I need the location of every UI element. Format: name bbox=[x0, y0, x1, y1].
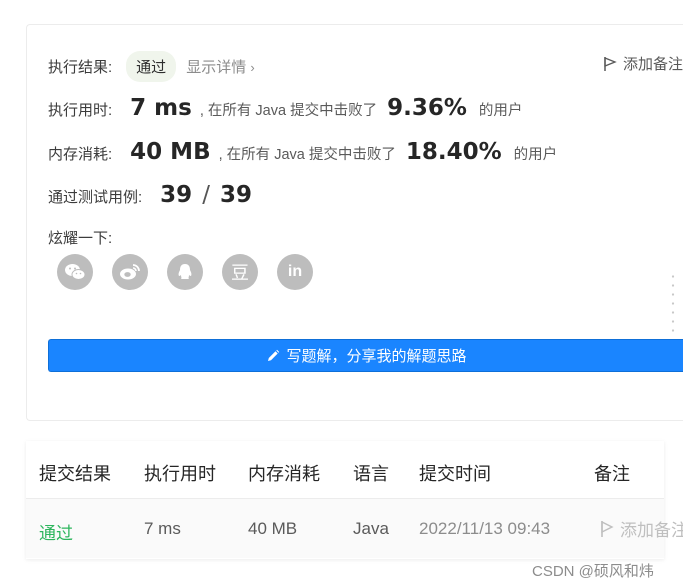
memory-tail: 的用户 bbox=[513, 147, 558, 163]
runtime-value: 7 ms bbox=[130, 95, 192, 121]
show-details-label: 显示详情 bbox=[186, 59, 247, 76]
row-result-link[interactable]: 通过 bbox=[39, 519, 73, 544]
chevron-right-icon: › bbox=[250, 60, 255, 75]
tests-row: 通过测试用例: 39 / 39 bbox=[48, 182, 252, 208]
pencil-icon bbox=[268, 349, 280, 361]
result-label: 执行结果: bbox=[48, 59, 113, 76]
add-note-label: 添加备注 bbox=[622, 56, 683, 73]
watermark: CSDN @硕风和炜 bbox=[532, 563, 654, 580]
show-details-link[interactable]: 显示详情 › bbox=[186, 56, 255, 77]
add-note-button[interactable]: 添加备注 bbox=[603, 53, 683, 74]
row-add-note-label: 添加备注 bbox=[620, 521, 683, 540]
memory-row: 内存消耗: 40 MB , 在所有 Java 提交中击败了 18.40% 的用户 bbox=[48, 139, 557, 165]
flag-icon bbox=[604, 56, 617, 71]
weibo-glyph bbox=[120, 264, 140, 280]
scrollbar-handle[interactable] bbox=[671, 272, 675, 332]
col-note: 备注 bbox=[594, 464, 630, 484]
qq-glyph bbox=[178, 264, 192, 279]
col-language: 语言 bbox=[353, 464, 389, 484]
col-result: 提交结果 bbox=[39, 464, 111, 484]
douban-icon[interactable]: 豆 bbox=[222, 254, 258, 290]
row-submit-time: 2022/11/13 09:43 bbox=[419, 519, 551, 538]
runtime-percent: 9.36% bbox=[387, 95, 467, 121]
wechat-icon[interactable] bbox=[57, 254, 93, 290]
wechat-glyph bbox=[65, 264, 86, 280]
col-submit-time: 提交时间 bbox=[419, 464, 491, 484]
row-memory: 40 MB bbox=[248, 519, 298, 538]
share-row: 炫耀一下: bbox=[48, 227, 112, 248]
col-runtime: 执行用时 bbox=[144, 464, 216, 484]
douban-glyph: 豆 bbox=[231, 263, 249, 284]
tests-separator: / bbox=[202, 182, 210, 208]
tests-passed: 39 bbox=[160, 182, 193, 208]
status-badge: 通过 bbox=[126, 51, 177, 82]
share-icons: 豆 in bbox=[57, 254, 313, 290]
row-language: Java bbox=[353, 519, 389, 538]
table-header: 提交结果 执行用时 内存消耗 语言 提交时间 备注 bbox=[26, 441, 664, 499]
linkedin-icon[interactable]: in bbox=[277, 254, 313, 290]
runtime-label: 执行用时: bbox=[48, 102, 113, 119]
submission-table: 提交结果 执行用时 内存消耗 语言 提交时间 备注 通过 7 ms 40 MB … bbox=[26, 441, 683, 559]
write-solution-label: 写题解，分享我的解题思路 bbox=[286, 348, 467, 365]
row-add-note-button[interactable]: 添加备注 bbox=[600, 516, 683, 541]
runtime-tail: 的用户 bbox=[478, 103, 523, 119]
row-runtime: 7 ms bbox=[144, 519, 181, 538]
flag-icon bbox=[601, 520, 614, 537]
table-row[interactable]: 通过 7 ms 40 MB Java 2022/11/13 09:43 添加备注 bbox=[26, 499, 683, 558]
memory-mid-text: , 在所有 Java 提交中击败了 bbox=[218, 147, 396, 163]
qq-icon[interactable] bbox=[167, 254, 203, 290]
share-label: 炫耀一下: bbox=[48, 230, 113, 247]
runtime-mid-text: , 在所有 Java 提交中击败了 bbox=[199, 103, 378, 119]
runtime-row: 执行用时: 7 ms , 在所有 Java 提交中击败了 9.36% 的用户 bbox=[48, 95, 522, 121]
memory-label: 内存消耗: bbox=[48, 146, 113, 163]
tests-label: 通过测试用例: bbox=[48, 189, 143, 206]
tests-total: 39 bbox=[219, 182, 252, 208]
write-solution-button[interactable]: 写题解，分享我的解题思路 bbox=[48, 339, 683, 372]
result-row: 执行结果: 通过 显示详情 › bbox=[48, 51, 255, 82]
memory-value: 40 MB bbox=[130, 139, 211, 165]
col-memory: 内存消耗 bbox=[248, 464, 320, 484]
memory-percent: 18.40% bbox=[405, 139, 502, 165]
submission-result-card: 执行结果: 通过 显示详情 › 添加备注 执行用时: 7 ms , 在所有 Ja… bbox=[26, 24, 683, 421]
linkedin-glyph: in bbox=[287, 263, 303, 280]
weibo-icon[interactable] bbox=[112, 254, 148, 290]
